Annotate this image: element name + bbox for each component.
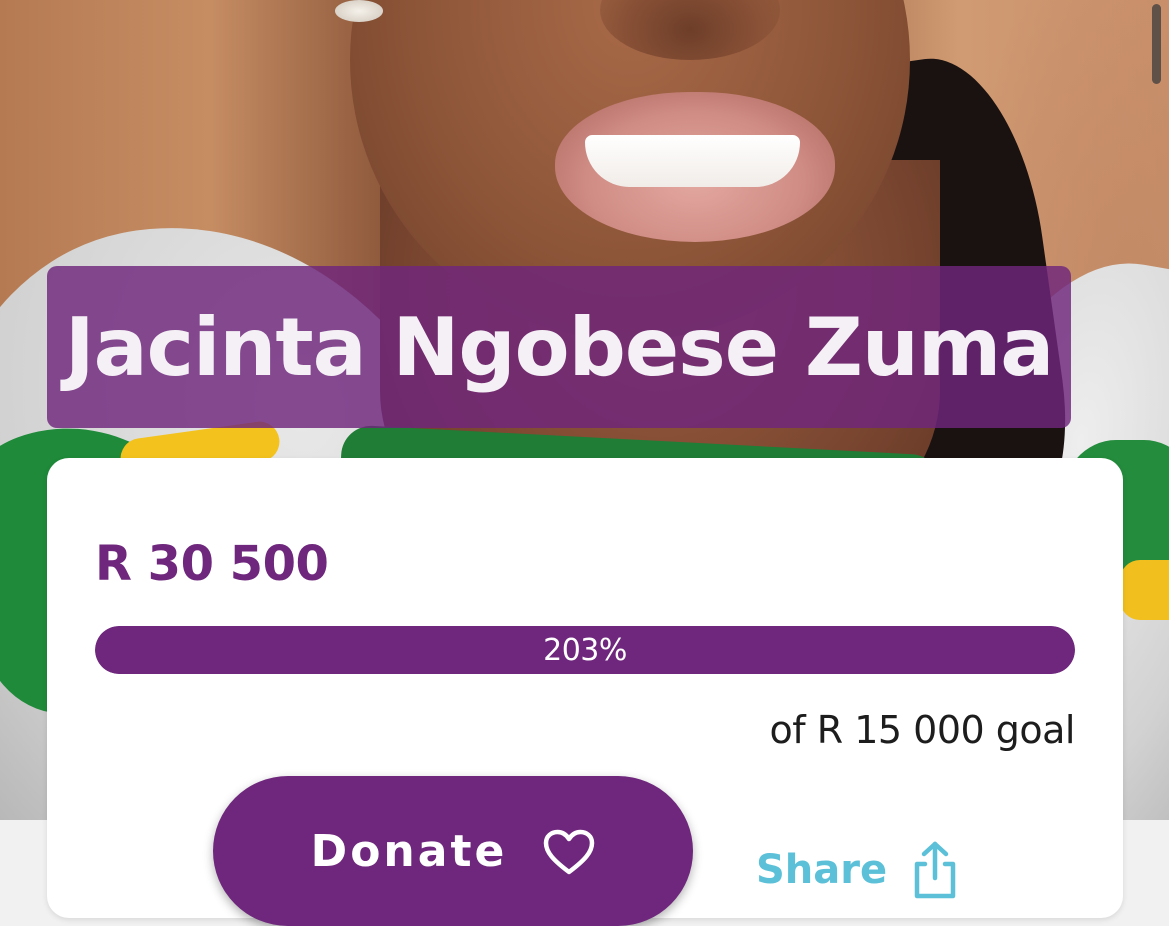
share-upload-icon [909, 840, 961, 900]
photo-yellow-stripe-right [1120, 560, 1169, 620]
heart-icon [543, 826, 595, 878]
campaign-title-banner: Jacinta Ngobese Zuma [47, 266, 1071, 428]
goal-amount: of R 15 000 goal [769, 708, 1076, 752]
photo-teeth [585, 135, 800, 187]
donate-button[interactable]: Donate [213, 776, 693, 926]
campaign-title: Jacinta Ngobese Zuma [64, 300, 1054, 394]
share-button-label: Share [756, 847, 888, 893]
donate-button-label: Donate [310, 826, 508, 877]
share-button[interactable]: Share [756, 840, 961, 900]
photo-earring [335, 0, 383, 22]
progress-bar: 203% [95, 626, 1075, 674]
scrollbar[interactable] [1152, 4, 1161, 84]
amount-raised: R 30 500 [95, 536, 329, 592]
progress-percent-label: 203% [543, 632, 627, 668]
